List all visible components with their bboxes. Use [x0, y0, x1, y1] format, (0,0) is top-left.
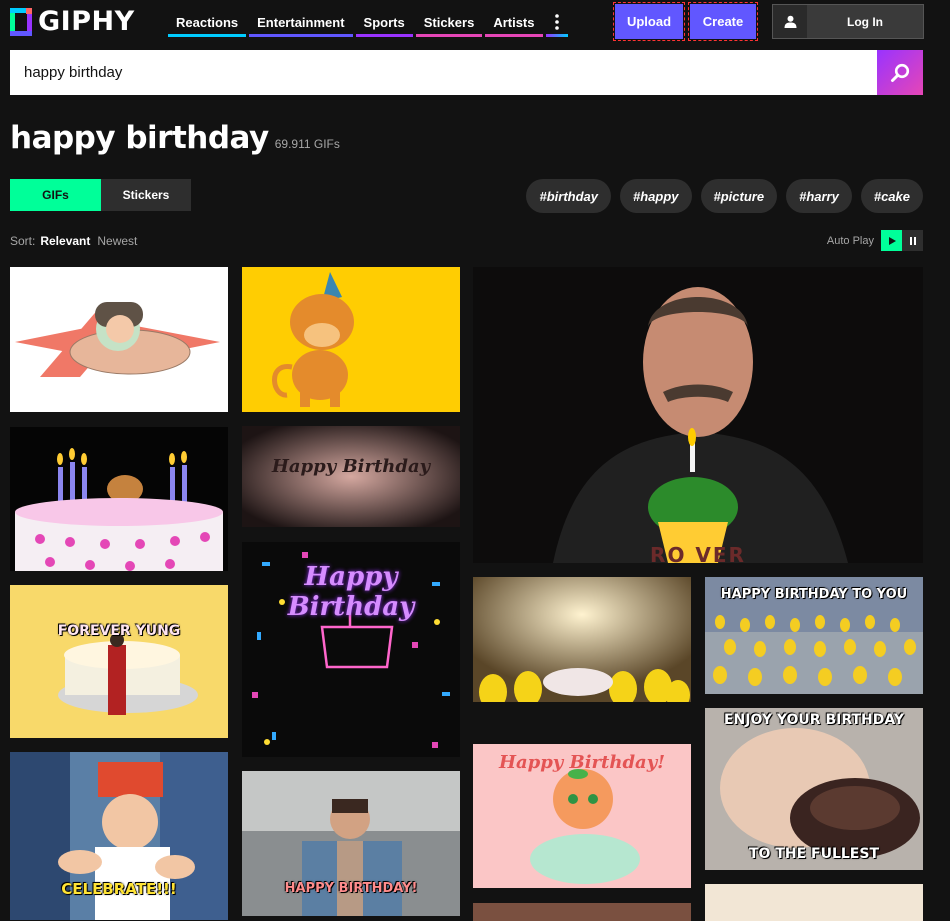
sort-relevant[interactable]: Relevant: [40, 234, 90, 248]
tag-picture[interactable]: #picture: [700, 179, 778, 213]
gif-caption: RO VER: [650, 543, 746, 563]
gif-partial: [473, 903, 691, 921]
gif-caption-top: ENJOY YOUR BIRTHDAY: [723, 712, 905, 728]
gif-caption: FOREVER YUNG: [57, 623, 181, 639]
nav-entertainment[interactable]: Entertainment: [249, 6, 353, 37]
login-label: Log In: [847, 14, 883, 29]
gif-tile[interactable]: [242, 267, 460, 412]
nav-sports[interactable]: Sports: [355, 6, 413, 37]
gif-tile[interactable]: [473, 577, 691, 702]
gif-tile[interactable]: FOREVER YUNG: [10, 585, 228, 738]
sort-label: Sort:: [10, 234, 36, 248]
sort-newest[interactable]: Newest: [97, 234, 137, 248]
gif-tile[interactable]: [705, 884, 923, 921]
results-title: happy birthday 69.911 GIFs: [10, 120, 340, 156]
more-vertical-icon: [554, 14, 559, 30]
gif-tile[interactable]: [10, 267, 228, 412]
header: GIPHY Reactions Entertainment Sports Sti…: [0, 0, 950, 44]
gif-caption: CELEBRATE!!!: [61, 880, 177, 898]
create-button[interactable]: Create: [688, 2, 758, 41]
nav-more-button[interactable]: [545, 6, 568, 37]
page-title: happy birthday: [10, 120, 269, 156]
tag-cake[interactable]: #cake: [860, 179, 923, 213]
gif-tile[interactable]: ENJOY YOUR BIRTHDAY TO THE FULLEST: [705, 708, 923, 870]
gif-caption: HAPPY BIRTHDAY TO YOU: [720, 587, 908, 602]
main-nav: Reactions Entertainment Sports Stickers …: [168, 6, 568, 37]
user-icon: [773, 5, 807, 38]
giphy-logo-icon: [10, 8, 32, 36]
login-button[interactable]: Log In: [772, 4, 924, 39]
search-button[interactable]: [877, 50, 923, 95]
search-icon: [891, 63, 910, 82]
gif-cartoon-boy-cross: [10, 267, 228, 412]
nav-stickers[interactable]: Stickers: [415, 6, 483, 37]
play-button[interactable]: [881, 230, 902, 251]
search-bar: [10, 50, 923, 95]
gif-tile[interactable]: CELEBRATE!!!: [10, 752, 228, 920]
play-icon: [888, 236, 896, 245]
gif-caption: Happy Birthday: [271, 456, 431, 477]
tab-stickers[interactable]: Stickers: [101, 179, 191, 211]
nav-reactions[interactable]: Reactions: [168, 6, 247, 37]
gif-partial: [705, 884, 923, 921]
logo-text: GIPHY: [38, 6, 135, 37]
gif-caption-bottom: TO THE FULLEST: [749, 846, 879, 862]
gif-caption: Happy Birthday: [287, 562, 415, 622]
gif-caption: Happy Birthday!: [498, 752, 666, 773]
gif-tile[interactable]: [473, 903, 691, 921]
tab-gifs[interactable]: GIFs: [10, 179, 101, 211]
giphy-logo[interactable]: GIPHY: [10, 8, 135, 36]
gif-tile[interactable]: HAPPY BIRTHDAY TO YOU: [705, 577, 923, 694]
tag-happy[interactable]: #happy: [620, 179, 692, 213]
upload-button[interactable]: Upload: [613, 2, 685, 41]
gif-caption: HAPPY BIRTHDAY!: [284, 881, 418, 896]
gif-tile[interactable]: HAPPY BIRTHDAY!: [242, 771, 460, 916]
search-input[interactable]: [10, 50, 877, 95]
tag-birthday[interactable]: #birthday: [526, 179, 611, 213]
gif-forever-young-cake: [10, 585, 228, 738]
gif-count: 69.911 GIFs: [274, 137, 340, 151]
gif-man-candle-cupcake: [473, 267, 923, 563]
gif-tile[interactable]: RO VER: [473, 267, 923, 563]
gif-monkey-party-hat: [242, 267, 460, 412]
autoplay-controls: Auto Play: [827, 230, 923, 251]
autoplay-label: Auto Play: [826, 234, 874, 247]
sort-controls: Sort: Relevant Newest: [10, 234, 137, 248]
nav-artists[interactable]: Artists: [485, 6, 543, 37]
pause-icon: [909, 236, 916, 245]
pause-button[interactable]: [902, 230, 923, 251]
gif-minions-party: [473, 577, 691, 702]
gif-tile[interactable]: Happy Birthday: [242, 426, 460, 527]
media-type-tabs: GIFs Stickers: [10, 179, 191, 211]
gif-tile[interactable]: Happy Birthday: [242, 542, 460, 757]
gif-tile[interactable]: Happy Birthday!: [473, 744, 691, 888]
gif-tile[interactable]: [10, 427, 228, 571]
tag-harry[interactable]: #harry: [786, 179, 852, 213]
related-tags: #birthday #happy #picture #harry #cake: [526, 179, 923, 213]
gif-birthday-cake-mouse: [10, 427, 228, 571]
